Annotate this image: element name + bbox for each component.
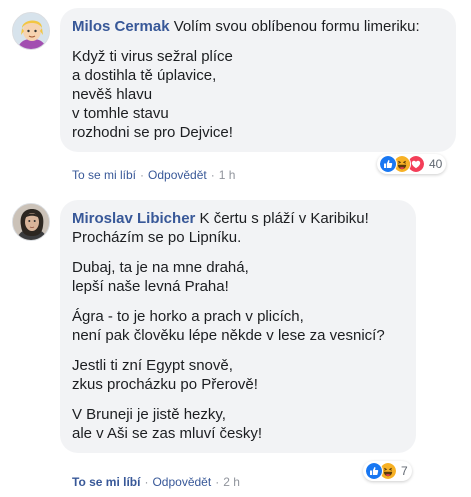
comment-line: lepší naše levná Praha! <box>72 278 229 295</box>
comment-line: Ágra - to je horko a prach v plicích, <box>72 308 304 325</box>
comment-line: rozhodni se pro Dejvice! <box>72 124 233 141</box>
comment-line: Dubaj, ta je na mne drahá, <box>72 259 249 276</box>
reaction-count: 40 <box>429 157 443 171</box>
like-link[interactable]: To se mi líbí <box>72 168 136 182</box>
reaction-count: 7 <box>401 464 408 478</box>
comment-author[interactable]: Miroslav Libicher <box>72 210 195 227</box>
comment-text: Volím svou oblíbenou formu limeriku: <box>173 18 420 35</box>
comment-line: Procházím se po Lipníku. <box>72 229 242 246</box>
comment-actions: To se mi líbí · Odpovědět · 2 h <box>72 475 240 489</box>
comment-first-line: Milos Cermak Volím svou oblíbenou formu … <box>72 17 444 36</box>
like-icon <box>379 155 397 173</box>
avatar[interactable] <box>12 203 50 241</box>
like-icon <box>365 462 383 480</box>
avatar-cartoon-icon <box>13 13 49 49</box>
comment-paragraph: Dubaj, ta je na mne drahá, lepší naše le… <box>72 258 404 296</box>
avatar-photo-icon <box>13 204 49 240</box>
comment-line: není pak člověku lépe někde v lese za ve… <box>72 327 385 344</box>
comment-line: a dostihla tě úplavice, <box>72 67 217 84</box>
separator-dot: · <box>144 475 149 489</box>
reactions-summary[interactable]: 40 <box>377 154 447 174</box>
comment-author[interactable]: Milos Cermak <box>72 18 170 35</box>
comment-line: V Bruneji je jistě hezky, <box>72 406 226 423</box>
comment-paragraph: Když ti virus sežral plíce a dostihla tě… <box>72 47 444 142</box>
comment-text: K čertu s pláží v Karibiku! <box>199 210 369 227</box>
like-link[interactable]: To se mi líbí <box>72 475 140 489</box>
comment-line: nevěš hlavu <box>72 86 153 103</box>
comment-line: zkus procházku po Přerově! <box>72 376 258 393</box>
comment-line: Jestli ti zní Egypt snově, <box>72 357 233 374</box>
separator-dot: · <box>140 168 145 182</box>
timestamp[interactable]: 1 h <box>219 168 236 182</box>
comment-paragraph: Jestli ti zní Egypt snově, zkus procházk… <box>72 356 404 394</box>
comment-line: ale v Aši se zas mluví česky! <box>72 425 263 442</box>
separator-dot: · <box>215 475 220 489</box>
comment-line: Když ti virus sežral plíce <box>72 48 233 65</box>
comment-bubble: Milos Cermak Volím svou oblíbenou formu … <box>60 8 456 152</box>
reactions-summary[interactable]: 7 <box>363 461 412 481</box>
comment-actions: To se mi líbí · Odpovědět · 1 h <box>72 168 235 182</box>
timestamp[interactable]: 2 h <box>223 475 240 489</box>
comment-paragraph: Miroslav Libicher K čertu s pláží v Kari… <box>72 209 404 247</box>
comment-bubble: Miroslav Libicher K čertu s pláží v Kari… <box>60 200 416 453</box>
comment-paragraph: V Bruneji je jistě hezky, ale v Aši se z… <box>72 405 404 443</box>
reply-link[interactable]: Odpovědět <box>148 168 207 182</box>
comment-paragraph: Ágra - to je horko a prach v plicích, ne… <box>72 307 404 345</box>
avatar[interactable] <box>12 12 50 50</box>
separator-dot: · <box>210 168 215 182</box>
reply-link[interactable]: Odpovědět <box>152 475 211 489</box>
comment-line: v tomhle stavu <box>72 105 169 122</box>
